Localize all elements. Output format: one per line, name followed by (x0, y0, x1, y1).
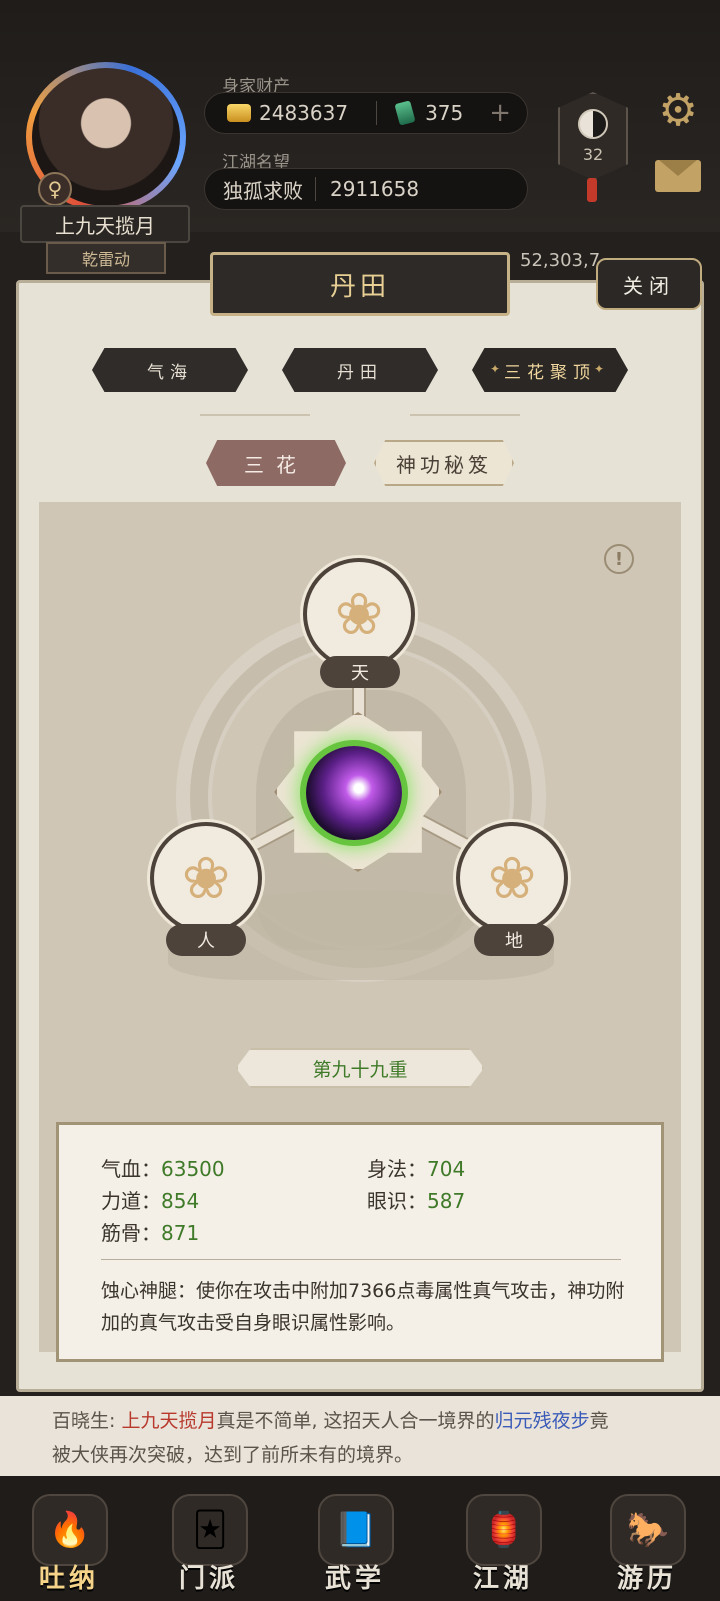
gold-amount: 2483637 (259, 101, 349, 125)
book-icon: 📘 (318, 1494, 394, 1566)
cards-icon: 🃏 (172, 1494, 248, 1566)
tab-dantian[interactable]: 丹田 (282, 348, 438, 392)
node-label-human: 人 (166, 924, 246, 956)
mail-icon[interactable] (655, 160, 701, 192)
lotus-icon: ❀ (487, 844, 537, 912)
level-number: 32 (582, 144, 604, 164)
lotus-node-heaven[interactable]: ❀ (303, 558, 415, 670)
divider (376, 101, 378, 125)
lotus-icon: ❀ (334, 580, 384, 648)
close-button[interactable]: 关闭 (596, 258, 702, 310)
node-label-heaven: 天 (320, 656, 400, 688)
player-name: 上九天揽月 (20, 205, 190, 243)
stat-hp: 气血：63500 (101, 1157, 225, 1181)
wealth-bar: 2483637 375 + (204, 92, 528, 134)
stat-agility: 身法：704 (367, 1157, 466, 1181)
info-icon[interactable]: ! (604, 544, 634, 574)
add-currency-button[interactable]: + (489, 98, 511, 128)
gold-ingot-icon (227, 104, 251, 122)
yin-yang-icon (578, 108, 608, 139)
tab-sanhua-juding[interactable]: 三花聚顶 (472, 348, 628, 392)
jade-icon (394, 100, 416, 126)
ornament-divider (200, 414, 310, 416)
panel-title: 丹田 (210, 252, 510, 316)
skill-orb-icon[interactable] (306, 746, 402, 840)
lotus-node-human[interactable]: ❀ (150, 822, 262, 934)
hat-icon: 🏮 (466, 1494, 542, 1566)
tab-qihai[interactable]: 气海 (92, 348, 248, 392)
gender-icon: ♀ (38, 172, 72, 206)
subtab-sanhua[interactable]: 三花 (206, 440, 346, 486)
settings-gear-icon[interactable]: ⚙ (654, 85, 702, 136)
skill-description: 蚀心神腿：使你在攻击中附加7366点毒属性真气攻击，神功附加的真气攻击受自身眼识… (101, 1280, 625, 1334)
reputation-value: 2911658 (330, 177, 420, 201)
stat-bone: 筋骨：871 (101, 1221, 200, 1245)
incense-icon: 🔥 (32, 1494, 108, 1566)
divider (315, 177, 316, 201)
bottom-nav: 🔥 吐纳 🃏 门派 📘 武学 🏮 江湖 🐎 游历 (0, 1476, 720, 1601)
stat-insight: 眼识：587 (367, 1189, 466, 1213)
ornament-divider (410, 414, 520, 416)
nav-wuxue[interactable]: 📘 武学 (300, 1488, 410, 1596)
tassel-decoration (587, 178, 597, 202)
chat-line-1: 百晓生: 上九天揽月真是不简单, 这招天人合一境界的归元残夜步竟 (52, 1410, 609, 1432)
level-plate: 第九十九重 (236, 1048, 484, 1088)
node-label-earth: 地 (474, 924, 554, 956)
stats-separator (101, 1259, 621, 1260)
lotus-node-earth[interactable]: ❀ (456, 822, 568, 934)
lotus-icon: ❀ (181, 844, 231, 912)
nav-jianghu[interactable]: 🏮 江湖 (448, 1488, 558, 1596)
nav-tuna[interactable]: 🔥 吐纳 (14, 1488, 124, 1596)
jade-amount: 375 (425, 101, 464, 125)
player-rank-badge: 乾雷动 (46, 242, 166, 274)
reputation-title: 独孤求败 (223, 178, 303, 203)
stats-box: 气血：63500 身法：704 力道：854 眼识：587 筋骨：871 蚀心神… (56, 1122, 664, 1362)
level-badge[interactable]: 32 (558, 92, 628, 180)
chat-line-2: 被大侠再次突破，达到了前所未有的境界。 (52, 1444, 414, 1466)
horse-icon: 🐎 (610, 1494, 686, 1566)
nav-menpai[interactable]: 🃏 门派 (154, 1488, 264, 1596)
subtab-shengong-miji[interactable]: 神功秘笈 (374, 440, 514, 486)
stat-strength: 力道：854 (101, 1189, 200, 1213)
reputation-bar: 独孤求败 2911658 (204, 168, 528, 210)
nav-youli[interactable]: 🐎 游历 (592, 1488, 702, 1596)
chat-feed[interactable]: 百晓生: 上九天揽月真是不简单, 这招天人合一境界的归元残夜步竟 被大侠再次突破… (0, 1396, 720, 1476)
